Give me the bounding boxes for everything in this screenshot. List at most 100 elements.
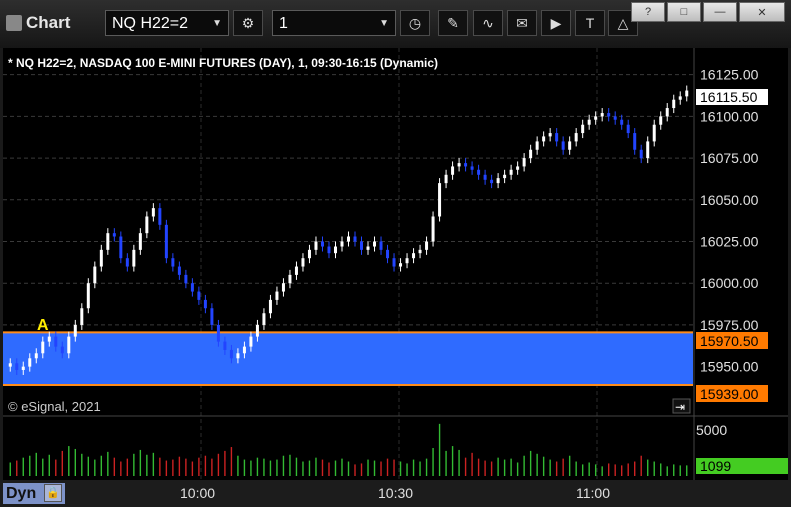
price-bar [34, 353, 38, 359]
price-bar [294, 266, 298, 275]
price-bar [28, 358, 32, 367]
price-bar [652, 124, 656, 142]
price-bar [594, 116, 598, 120]
time-tick-1030: 10:30 [378, 485, 414, 501]
window-controls: ? □ — ✕ [631, 2, 785, 22]
price-bar [347, 236, 350, 242]
price-bar [314, 241, 318, 250]
price-bar [418, 249, 422, 254]
chevron-down-icon[interactable]: ▼ [379, 11, 389, 37]
price-tick-label: 16050.00 [700, 192, 759, 208]
close-button[interactable]: ✕ [739, 2, 785, 22]
price-bar [542, 136, 546, 142]
price-bar [496, 178, 500, 184]
price-tick-label: 16100.00 [700, 108, 759, 124]
price-bar [249, 336, 253, 347]
price-bar [587, 119, 591, 125]
price-axis[interactable]: 16125.00 16100.00 16075.00 16050.00 16025.00… [700, 67, 759, 375]
price-bar [613, 116, 617, 120]
price-bar [138, 233, 142, 250]
chart-header: * NQ H22=2, NASDAQ 100 E-MINI FUTURES (D… [8, 56, 438, 70]
price-bar [568, 141, 572, 150]
price-bar [438, 183, 442, 217]
app-title: Chart [6, 13, 70, 33]
price-bar [229, 349, 233, 359]
chart-app-icon [6, 15, 22, 31]
price-bar [106, 233, 110, 250]
price-bar [60, 346, 64, 354]
price-band[interactable] [3, 332, 693, 385]
price-bar [47, 336, 51, 342]
price-bar [21, 366, 25, 370]
draw-tool-button[interactable]: ✎ [438, 10, 468, 36]
interval-combo[interactable]: 1 ▼ [272, 10, 396, 36]
price-bar [659, 116, 663, 125]
price-bar [392, 258, 396, 267]
grid [3, 48, 693, 480]
price-bar [236, 353, 240, 359]
price-bar [574, 133, 578, 142]
price-bar [470, 166, 474, 170]
studies-button[interactable]: ∿ [473, 10, 503, 36]
price-bar [483, 174, 487, 180]
title-bar: Chart NQ H22=2 ▼ ⚙ 1 ▼ ◷ ✎ ∿ ✉ ▶ T △ ? □… [0, 0, 791, 48]
help-button[interactable]: ? [631, 2, 665, 22]
price-bar [119, 236, 123, 259]
price-bar [333, 246, 337, 254]
scroll-end-icon: ⇥ [675, 400, 685, 414]
price-bar [164, 224, 168, 259]
price-bar [685, 90, 689, 97]
last-price-value: 16115.50 [700, 89, 758, 105]
restore-button[interactable]: □ [667, 2, 701, 22]
annotation-a[interactable]: A [37, 317, 49, 334]
price-bar [665, 108, 669, 117]
price-bar [171, 258, 175, 267]
price-bar [41, 341, 45, 354]
time-template-button[interactable]: ◷ [400, 10, 430, 36]
price-bar [288, 274, 292, 284]
price-bar [477, 169, 481, 175]
chevron-down-icon[interactable]: ▼ [212, 11, 222, 37]
get-data-button[interactable]: ✉ [507, 10, 537, 36]
time-axis-bar[interactable]: Dyn 🔒 10:00 10:30 11:00 [0, 480, 791, 507]
chart-area[interactable]: * NQ H22=2, NASDAQ 100 E-MINI FUTURES (D… [3, 48, 788, 480]
price-bar [529, 149, 533, 159]
price-tick-label: 16025.00 [700, 234, 759, 250]
price-bar [373, 241, 377, 247]
lock-icon[interactable]: 🔒 [44, 484, 62, 502]
text-tool-icon: T [585, 15, 595, 31]
price-bar [522, 158, 526, 167]
volume-bars [9, 423, 688, 476]
price-bar [678, 96, 682, 100]
price-bar [8, 363, 12, 367]
settings-button[interactable]: ⚙ [233, 10, 263, 36]
price-bar [112, 233, 116, 237]
price-bar [327, 246, 331, 254]
play-icon: ▶ [550, 14, 562, 31]
symbol-combo[interactable]: NQ H22=2 ▼ [105, 10, 229, 36]
volume-value: 1099 [700, 458, 731, 474]
price-bar [223, 341, 227, 350]
price-bar [360, 241, 364, 250]
time-tick-1100: 11:00 [576, 485, 610, 501]
price-bar [281, 283, 285, 292]
price-bar [451, 166, 455, 175]
price-chart[interactable]: * NQ H22=2, NASDAQ 100 E-MINI FUTURES (D… [3, 48, 788, 480]
price-tick-label: 16075.00 [700, 150, 759, 166]
price-bar [366, 246, 370, 250]
price-bar [548, 133, 552, 137]
price-bar [216, 324, 220, 342]
minimize-button[interactable]: — [703, 2, 737, 22]
text-tool-button[interactable]: T [575, 10, 605, 36]
time-tick-1000: 10:00 [180, 485, 216, 501]
price-bar [444, 174, 448, 184]
price-bar [151, 208, 155, 217]
band-upper-value: 15970.50 [700, 333, 759, 349]
minimize-icon: — [714, 6, 726, 18]
price-bar [639, 149, 643, 159]
play-button[interactable]: ▶ [541, 10, 571, 36]
price-bar [67, 336, 71, 354]
price-bar [399, 263, 403, 267]
price-bar [262, 313, 266, 325]
price-bar [307, 249, 311, 259]
